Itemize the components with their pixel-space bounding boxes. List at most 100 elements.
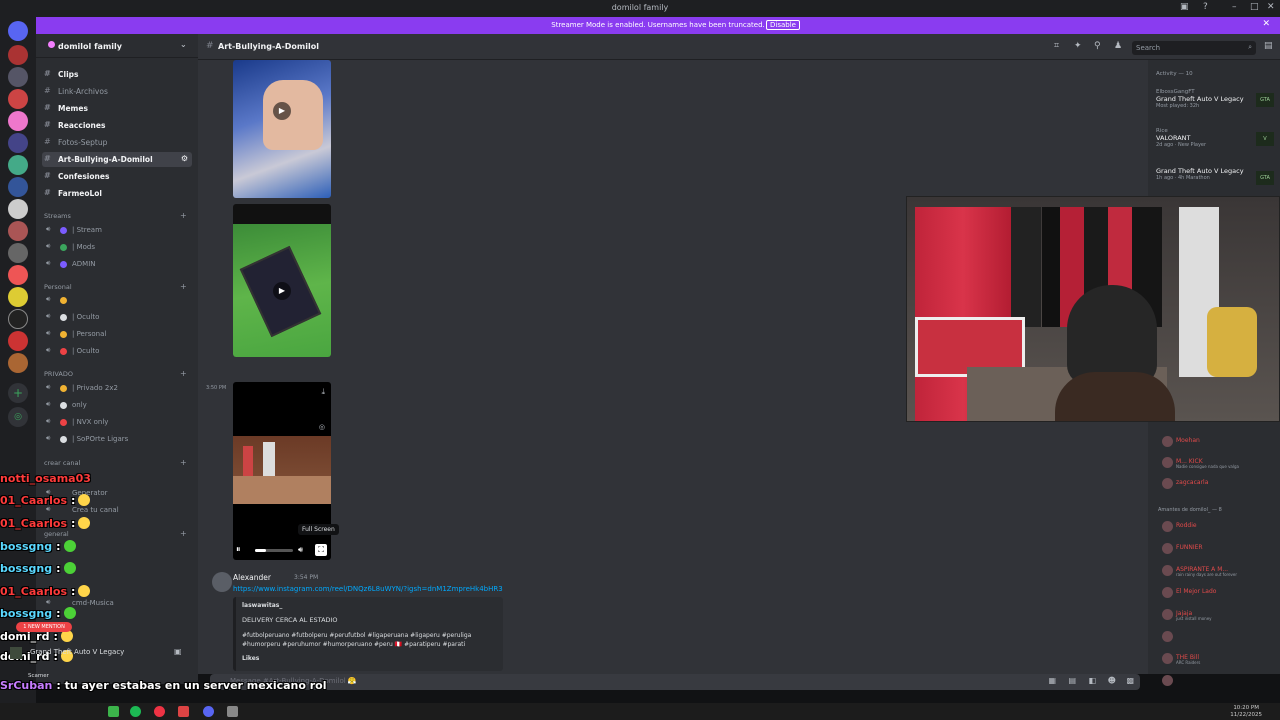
add-channel-icon[interactable]: + [180, 369, 187, 378]
gear-icon[interactable]: ⚙ [181, 154, 188, 163]
server-header[interactable]: domilol family ⌄ [36, 34, 198, 58]
voice-channel[interactable]: 🔊︎ | SoPOrte Ligars [46, 432, 192, 446]
video-attachment[interactable]: ▶ [233, 60, 331, 198]
threads-icon[interactable]: ⌗ [1054, 41, 1059, 51]
inbox-icon[interactable]: ▣ [1180, 2, 1189, 12]
video-attachment[interactable]: ▶ [233, 204, 331, 357]
channel-item[interactable]: # Link-Archivos [42, 84, 192, 99]
voice-channel[interactable]: 🔊︎ | Oculto [46, 344, 192, 358]
emoji-icon[interactable]: ☻ [1108, 676, 1116, 685]
minimize-icon[interactable]: – [1232, 2, 1237, 12]
channel-item[interactable]: # Art-Bullying-A-Domilol ⚙ [42, 152, 192, 167]
server-icon[interactable] [8, 287, 28, 307]
gif-icon[interactable]: ▤ [1068, 676, 1076, 685]
close-window-icon[interactable]: ✕ [1267, 2, 1275, 12]
server-icon[interactable] [8, 265, 28, 285]
member-item[interactable] [1162, 674, 1274, 688]
app-icon[interactable] [178, 706, 189, 717]
add-channel-icon[interactable]: + [180, 211, 187, 220]
server-icon[interactable] [8, 45, 28, 65]
channel-item[interactable]: # Reacciones [42, 118, 192, 133]
activity-card[interactable]: Rice VALORANT 2d ago · New Player V [1156, 128, 1276, 148]
server-icon[interactable] [8, 353, 28, 373]
category-header[interactable]: Streams + [44, 211, 187, 220]
close-icon[interactable]: ✕ [1262, 19, 1270, 29]
member-item[interactable]: M... KICK Nadie consigue nada que valga [1162, 456, 1274, 470]
member-item[interactable]: FUNNIER [1162, 542, 1274, 556]
channel-emoji-icon [60, 314, 67, 321]
category-header[interactable]: crear canal + [44, 458, 187, 467]
voice-channel[interactable]: 🔊︎ | NVX only [46, 415, 192, 429]
member-item[interactable]: Jajaja just install money [1162, 608, 1274, 622]
voice-channel[interactable]: 🔊︎ | Stream [46, 223, 192, 237]
inbox-icon[interactable]: ▤ [1264, 41, 1273, 51]
spotify-icon[interactable] [130, 706, 141, 717]
server-icon[interactable] [8, 221, 28, 241]
channel-item[interactable]: # Clips [42, 67, 192, 82]
server-icon[interactable] [8, 199, 28, 219]
controller-icon[interactable]: ▣ [174, 647, 182, 656]
member-item[interactable]: Roddie [1162, 520, 1274, 534]
member-item[interactable]: El Mejor Lado [1162, 586, 1274, 600]
member-item[interactable]: Moehan [1162, 435, 1274, 449]
new-mention-badge[interactable]: 1 NEW MENTION [16, 622, 72, 632]
voice-channel[interactable]: 🔊︎ only [46, 398, 192, 412]
server-icon[interactable] [8, 111, 28, 131]
clock[interactable]: 10:20 PM 11/22/2025 [1230, 705, 1262, 719]
discord-home-icon[interactable] [8, 21, 28, 41]
member-item[interactable]: ASPIRANTE A M... rain rainy days are out … [1162, 564, 1274, 578]
voice-channel[interactable]: 🔊︎ | Oculto [46, 310, 192, 324]
download-icon[interactable]: ⤓ [321, 387, 325, 397]
server-icon[interactable] [8, 133, 28, 153]
message-composer[interactable]: Message #Art-Bullying-A-Domilol 😤 ▦ ▤ ◧ … [210, 674, 1140, 690]
server-icon[interactable] [8, 243, 28, 263]
app-icon[interactable] [108, 706, 119, 717]
voice-channel[interactable]: 🔊︎ | Privado 2x2 [46, 381, 192, 395]
search-input[interactable]: Search ⌕ [1132, 41, 1256, 55]
channel-item[interactable]: # Memes [42, 101, 192, 116]
member-item[interactable]: zagcacarla [1162, 477, 1274, 491]
app-icon[interactable] [227, 706, 238, 717]
chevron-down-icon[interactable]: ⌄ [180, 40, 187, 49]
add-channel-icon[interactable]: + [180, 458, 187, 467]
voice-channel[interactable]: 🔊︎ ADMIN [46, 257, 192, 271]
server-icon[interactable] [8, 89, 28, 109]
voice-channel[interactable]: 🔊︎ [46, 293, 192, 307]
play-icon[interactable]: ▶ [273, 282, 291, 300]
help-icon[interactable]: ? [1203, 2, 1208, 12]
channel-item[interactable]: # Fotos-Septup [42, 135, 192, 150]
server-icon[interactable] [8, 67, 28, 87]
activity-game-name: Grand Theft Auto V Legacy [30, 648, 125, 656]
server-icon[interactable] [8, 331, 28, 351]
gift-icon[interactable]: ▦ [1048, 676, 1056, 685]
category-header[interactable]: PRIVADO + [44, 369, 187, 378]
server-icon[interactable] [8, 155, 28, 175]
explore-icon[interactable]: ◎ [8, 407, 28, 427]
maximize-icon[interactable]: □ [1250, 2, 1259, 12]
server-icon[interactable] [8, 177, 28, 197]
notification-bell-icon[interactable]: ✦ [1074, 41, 1082, 51]
activity-card[interactable]: ElbossGangFT Grand Theft Auto V Legacy Mos… [1156, 89, 1276, 109]
server-icon[interactable] [8, 309, 28, 329]
sticker-icon[interactable]: ◧ [1088, 676, 1096, 685]
member-list-icon[interactable]: ♟ [1114, 41, 1122, 51]
category-header[interactable]: Personal + [44, 282, 187, 291]
disable-button[interactable]: Disable [766, 20, 800, 30]
add-server-icon[interactable]: + [8, 383, 28, 403]
voice-channel[interactable]: 🔊︎ | Mods [46, 240, 192, 254]
activity-card[interactable]: Grand Theft Auto V Legacy 1h ago · 4h Mar… [1156, 167, 1276, 185]
channel-label: Fotos-Septup [58, 138, 108, 147]
discord-taskbar-icon[interactable] [203, 706, 214, 717]
member-item[interactable]: THE Bill ARC Raiders [1162, 652, 1274, 666]
play-icon[interactable]: ▶ [273, 102, 291, 120]
channel-item[interactable]: # Confesiones [42, 169, 192, 184]
channel-item[interactable]: # FarmeoLol [42, 186, 192, 201]
user-name[interactable]: Scamer [28, 673, 49, 679]
apps-icon[interactable]: ▩ [1126, 676, 1134, 685]
voice-channel[interactable]: 🔊︎ | Personal [46, 327, 192, 341]
pin-icon[interactable]: ⚲ [1094, 41, 1101, 51]
member-item[interactable] [1162, 630, 1274, 644]
chrome-icon[interactable] [154, 706, 165, 717]
add-channel-icon[interactable]: + [180, 282, 187, 291]
dark-curtain [1011, 207, 1041, 327]
